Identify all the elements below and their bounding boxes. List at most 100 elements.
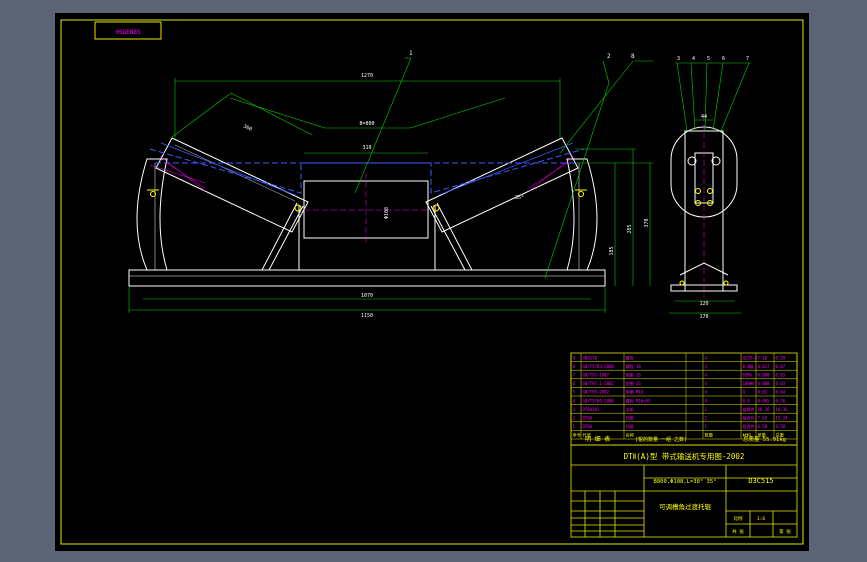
parts-cell-qty: 4 bbox=[705, 381, 708, 386]
parts-cell-code: GB6170 bbox=[583, 355, 598, 360]
right-bracket bbox=[566, 158, 598, 271]
parts-cell-total: 0.04 bbox=[776, 390, 786, 395]
parts-cell-material: 65Mn bbox=[743, 373, 753, 378]
parts-header-cell: 数量 bbox=[705, 432, 713, 439]
parts-cell-total: 0.03 bbox=[776, 381, 786, 386]
parts-header-cell: 名称 bbox=[626, 432, 634, 439]
dim-side-w2: 120 bbox=[699, 301, 708, 307]
parts-cell-total: 0.03 bbox=[776, 373, 786, 378]
parts-footer-note: (辊的数量 一组 之数) bbox=[635, 436, 687, 443]
dim-total-length: 1150 bbox=[361, 313, 373, 319]
parts-cell-no: 3 bbox=[573, 407, 576, 412]
dim-height-b: 285 bbox=[627, 224, 633, 233]
parts-cell-total: 0.29 bbox=[776, 355, 786, 360]
parts-cell-code: DT6A bbox=[583, 416, 593, 421]
parts-cell-code: DT6A bbox=[583, 424, 593, 429]
parts-cell-unit: 0.065 bbox=[758, 398, 771, 403]
parts-cell-no: 5 bbox=[573, 390, 576, 395]
balloon-1: 1 bbox=[409, 50, 413, 57]
parts-cell-material: 8.8级 bbox=[743, 363, 754, 369]
parts-cell-code: GB/T95-2002 bbox=[583, 390, 610, 395]
parts-cell-name: 螺栓 M16×45 bbox=[626, 397, 651, 403]
balloon-7: 7 bbox=[746, 56, 749, 62]
corner-code: 0SGEN85 bbox=[115, 29, 141, 36]
parts-cell-name: 托辊 bbox=[626, 415, 634, 421]
parts-cell-unit: 0.008 bbox=[758, 381, 771, 386]
dim-diameter: Φ108 bbox=[384, 207, 390, 219]
dim-side-w1: 44 bbox=[701, 114, 707, 120]
dim-top-span: 1270 bbox=[361, 73, 373, 79]
parts-cell-unit: 0.017 bbox=[758, 364, 771, 369]
balloon-5: 5 bbox=[707, 56, 710, 62]
parts-cell-qty: 1 bbox=[705, 424, 708, 429]
spec-text: B800,Φ108,L=38° 35° bbox=[654, 479, 717, 485]
parts-cell-no: 4 bbox=[573, 398, 576, 403]
parts-cell-total: 16.36 bbox=[776, 407, 789, 412]
parts-cell-total: 0.26 bbox=[776, 398, 786, 403]
scale-label: 比例 bbox=[734, 515, 743, 522]
scale-value: 1:6 bbox=[757, 516, 765, 522]
sheet-count: 共 张 bbox=[732, 528, 744, 535]
parts-cell-qty: 1 bbox=[705, 407, 708, 412]
sheet-index: 第 张 bbox=[779, 528, 791, 535]
parts-header-cell: 序号 bbox=[573, 432, 581, 439]
balloon-4: 4 bbox=[692, 56, 695, 62]
parts-cell-name: 托辊 bbox=[626, 423, 634, 429]
parts-total-weight: 总质量 55.91kg bbox=[743, 435, 786, 443]
dim-belt-width: B=800 bbox=[359, 121, 374, 127]
side-view bbox=[670, 115, 738, 298]
right-support bbox=[430, 202, 473, 271]
parts-cell-name: 支架 bbox=[626, 406, 634, 412]
parts-cell-qty: 4 bbox=[705, 373, 708, 378]
parts-cell-no: 9 bbox=[573, 355, 576, 360]
parts-cell-name: 螺母 bbox=[626, 354, 634, 360]
dim-height-a: 370 bbox=[644, 218, 650, 227]
dimension-lines bbox=[128, 57, 653, 313]
parts-cell-unit: 6.58 bbox=[758, 424, 768, 429]
left-support bbox=[261, 202, 304, 271]
cad-drawing: 0SGEN85 1270 B=800 360 310 Φ108 35° 1070… bbox=[60, 19, 804, 545]
left-inclined-roller bbox=[155, 137, 309, 233]
parts-cell-unit: 0.008 bbox=[758, 373, 771, 378]
parts-cell-name: 螺栓 16 bbox=[626, 363, 642, 369]
dim-base-length: 1070 bbox=[361, 293, 373, 299]
parts-cell-qty: 4 bbox=[705, 390, 708, 395]
drawing-name: 可调槽角过渡托辊 bbox=[659, 502, 712, 511]
base-plate bbox=[128, 269, 606, 287]
parts-cell-no: 8 bbox=[573, 364, 576, 369]
dim-mid-roll: 310 bbox=[362, 145, 371, 151]
parts-cell-unit: 7.62 bbox=[758, 416, 768, 421]
parts-cell-total: 0.07 bbox=[776, 364, 786, 369]
drawing-no: D3C515 bbox=[748, 477, 773, 485]
dim-side-w3: 170 bbox=[699, 314, 708, 320]
parts-cell-qty: 4 bbox=[705, 364, 708, 369]
parts-cell-material: 100HV bbox=[743, 381, 756, 386]
parts-cell-material: 组合件 bbox=[743, 415, 755, 421]
parts-cell-no: 7 bbox=[573, 373, 576, 378]
parts-cell-code: GB/T5783-2000 bbox=[583, 364, 615, 369]
parts-cell-material: 组合件 bbox=[743, 423, 755, 429]
front-view bbox=[128, 137, 606, 287]
balloon-6: 6 bbox=[722, 56, 725, 62]
parts-cell-qty: 4 bbox=[705, 355, 708, 360]
parts-cell-code: DT6A201 bbox=[583, 407, 600, 412]
parts-cell-no: 2 bbox=[573, 416, 576, 421]
dim-angle: 35° bbox=[515, 195, 524, 201]
parts-cell-code: GB/T93-1987 bbox=[583, 373, 610, 378]
dim-side-roll: 360 bbox=[242, 123, 253, 132]
series-title: DTⅡ(A)型 带式输送机专用图-2002 bbox=[624, 451, 745, 461]
parts-cell-name: 垫圈 16 bbox=[626, 380, 642, 386]
parts-cell-qty: 2 bbox=[705, 416, 708, 421]
belt-line bbox=[149, 148, 585, 194]
parts-cell-name: 垫圈 16 bbox=[626, 372, 642, 378]
parts-cell-material: Q235-A bbox=[743, 355, 758, 360]
drawing-sheet: 0SGEN85 1270 B=800 360 310 Φ108 35° 1070… bbox=[55, 13, 809, 551]
parts-cell-no: 1 bbox=[573, 424, 576, 429]
parts-cell-unit: 16.36 bbox=[758, 407, 771, 412]
parts-cell-unit: 0.01 bbox=[758, 390, 768, 395]
parts-cell-unit: 7.18 bbox=[758, 355, 768, 360]
parts-cell-total: 15.24 bbox=[776, 416, 789, 421]
parts-cell-material: Q bbox=[743, 390, 746, 395]
right-inclined-roller bbox=[425, 137, 579, 233]
balloon-2: 2 bbox=[607, 53, 611, 60]
